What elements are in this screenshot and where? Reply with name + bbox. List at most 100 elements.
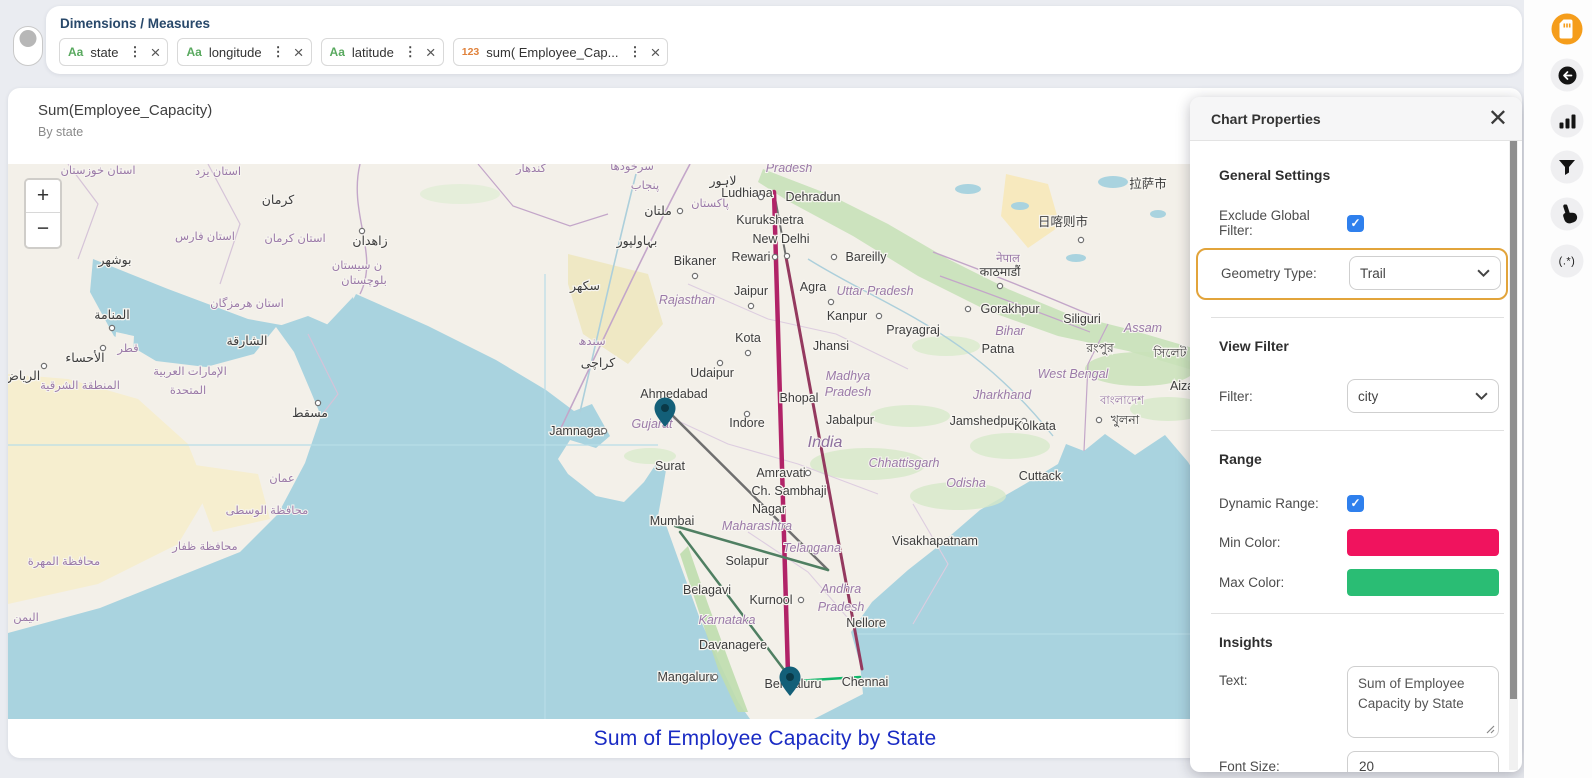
city-dot bbox=[876, 313, 881, 318]
map-label: Indore bbox=[729, 416, 764, 430]
map-label: Ch. Sambhaji bbox=[751, 484, 826, 498]
map-label: Cuttack bbox=[1019, 469, 1062, 483]
chip-menu-icon[interactable]: ⋮ bbox=[129, 44, 142, 60]
map-label: नेपाल bbox=[996, 251, 1020, 265]
regex-button[interactable]: (.*) bbox=[1551, 245, 1584, 278]
map-label: بلوچستان bbox=[341, 275, 387, 288]
back-button[interactable] bbox=[1551, 59, 1584, 92]
filter-label: Filter: bbox=[1219, 389, 1347, 404]
map-label: الرياض bbox=[8, 369, 40, 384]
funnel-icon bbox=[1559, 159, 1576, 175]
map-label: کراچی bbox=[581, 356, 616, 371]
map-label: Odisha bbox=[946, 476, 986, 490]
panel-scrollbar[interactable] bbox=[1509, 141, 1518, 770]
min-color-label: Min Color: bbox=[1219, 535, 1347, 550]
map-label: Jamshedpur bbox=[950, 414, 1019, 428]
chip-remove-icon[interactable]: × bbox=[651, 44, 661, 61]
map-label: Bihar bbox=[995, 324, 1025, 338]
sim-card-icon bbox=[1559, 20, 1576, 39]
map-label: Assam bbox=[1123, 321, 1162, 335]
city-dot bbox=[744, 411, 749, 416]
field-chip-label: state bbox=[90, 45, 118, 60]
map-label: Telangana bbox=[783, 541, 841, 555]
map-label: سكهر bbox=[569, 279, 600, 294]
chip-remove-icon[interactable]: × bbox=[294, 44, 304, 61]
map-label: المنطقة الشرقية bbox=[40, 380, 120, 393]
map-label: সিলেট bbox=[1153, 345, 1188, 360]
map-label: Mumbai bbox=[650, 514, 694, 528]
field-chip-state[interactable]: Aastate⋮× bbox=[59, 38, 168, 66]
chip-menu-icon[interactable]: ⋮ bbox=[629, 44, 642, 60]
max-color-row: Max Color: bbox=[1219, 569, 1496, 596]
insight-text-input[interactable]: Sum of Employee Capacity by State bbox=[1347, 666, 1499, 738]
field-chip-sum-employee-cap-[interactable]: 123sum( Employee_Cap...⋮× bbox=[453, 38, 669, 66]
storage-button[interactable] bbox=[1552, 14, 1583, 45]
regex-icon: (.*) bbox=[1559, 255, 1576, 267]
font-size-input[interactable]: 20 bbox=[1347, 751, 1499, 772]
app-root: Dimensions / Measures Aastate⋮×Aalongitu… bbox=[0, 0, 1592, 778]
chip-remove-icon[interactable]: × bbox=[426, 44, 436, 61]
zoom-out-button[interactable]: − bbox=[26, 213, 60, 245]
chip-menu-icon[interactable]: ⋮ bbox=[404, 44, 417, 60]
max-color-swatch[interactable] bbox=[1347, 569, 1499, 596]
filter-button[interactable] bbox=[1551, 151, 1584, 184]
map-label: پنجاب bbox=[631, 180, 659, 192]
geometry-type-select[interactable]: Trail bbox=[1349, 256, 1501, 290]
scrollbar-thumb[interactable] bbox=[1510, 141, 1517, 699]
map-label: Bhopal bbox=[780, 391, 819, 405]
section-general-settings: General Settings bbox=[1219, 167, 1496, 183]
map-label: کرمان bbox=[262, 193, 295, 208]
exclude-global-filter-checkbox[interactable]: ✓ bbox=[1347, 215, 1364, 232]
chip-menu-icon[interactable]: ⋮ bbox=[272, 44, 285, 60]
chart-properties-panel: Chart Properties ✕ General Settings Excl… bbox=[1190, 97, 1522, 772]
dynamic-range-row: Dynamic Range: ✓ bbox=[1219, 492, 1496, 514]
min-color-swatch[interactable] bbox=[1347, 529, 1499, 556]
map-label: پاکستان bbox=[691, 198, 729, 210]
numeric-field-icon: 123 bbox=[462, 46, 480, 58]
map-label: Ludhiana bbox=[721, 186, 772, 200]
city-dot bbox=[1078, 237, 1083, 242]
chevron-down-icon bbox=[1477, 269, 1490, 278]
map-label: كندهار bbox=[515, 164, 547, 176]
chip-remove-icon[interactable]: × bbox=[151, 44, 161, 61]
map-label: New Delhi bbox=[753, 232, 810, 246]
map-label: Pradesh bbox=[766, 164, 813, 175]
divider bbox=[1211, 430, 1504, 431]
chart-button[interactable] bbox=[1551, 105, 1584, 138]
map-label: الشارقة bbox=[227, 334, 268, 349]
map-label: Kanpur bbox=[827, 309, 867, 323]
map-label: Prayagraj bbox=[886, 323, 940, 337]
city-dot bbox=[828, 299, 833, 304]
dynamic-range-checkbox[interactable]: ✓ bbox=[1347, 495, 1364, 512]
map-label: Chhattisgarh bbox=[869, 456, 940, 470]
map-label: استان خوزستان bbox=[60, 165, 135, 178]
close-icon[interactable]: ✕ bbox=[1488, 107, 1508, 131]
chart-subtitle: By state bbox=[38, 125, 83, 139]
map-label: Pradesh bbox=[825, 385, 872, 399]
city-dot bbox=[677, 208, 682, 213]
map-label: الأحساء bbox=[65, 350, 104, 365]
map-label: سرخودها bbox=[610, 164, 654, 174]
map-label: ن سیستان bbox=[332, 260, 382, 272]
map-label: রংপুর bbox=[1085, 341, 1115, 356]
resize-handle-icon[interactable] bbox=[1486, 725, 1495, 734]
pointer-button[interactable] bbox=[1551, 198, 1584, 231]
insight-text-label: Text: bbox=[1219, 673, 1347, 688]
field-chip-label: latitude bbox=[352, 45, 394, 60]
city-dot bbox=[798, 597, 803, 602]
field-chip-label: longitude bbox=[209, 45, 262, 60]
vertical-toggle[interactable] bbox=[13, 26, 43, 66]
map-label: Rajasthan bbox=[659, 293, 715, 307]
hand-pointer-icon bbox=[1557, 204, 1577, 224]
map-label: Rewari bbox=[732, 250, 771, 264]
dynamic-range-label: Dynamic Range: bbox=[1219, 496, 1347, 511]
panel-title: Chart Properties bbox=[1211, 111, 1321, 127]
filter-select[interactable]: city bbox=[1347, 379, 1499, 413]
zoom-in-button[interactable]: + bbox=[26, 180, 60, 213]
field-chip-longitude[interactable]: Aalongitude⋮× bbox=[177, 38, 311, 66]
bar-chart-icon bbox=[1558, 113, 1576, 129]
map-label: Bikaner bbox=[674, 254, 716, 268]
right-toolbar: (.*) bbox=[1524, 0, 1592, 778]
map-label: Nagar bbox=[752, 502, 786, 516]
field-chip-latitude[interactable]: Aalatitude⋮× bbox=[321, 38, 444, 66]
